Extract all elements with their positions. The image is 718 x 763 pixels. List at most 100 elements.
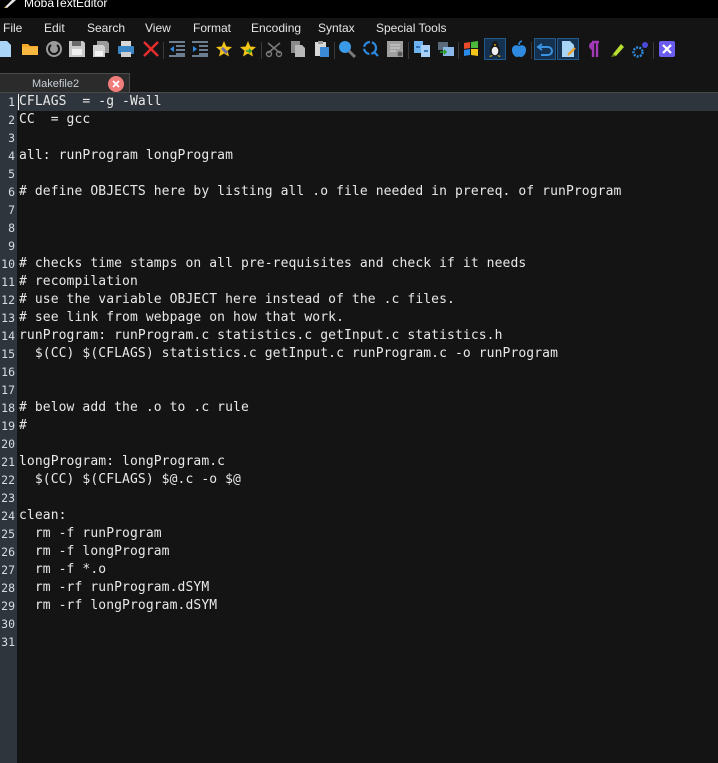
- code-text: $(CC) $(CFLAGS) statistics.c getInput.c …: [19, 346, 559, 361]
- replace-icon: [362, 40, 379, 57]
- close-file-button[interactable]: [140, 38, 162, 60]
- save-all-button[interactable]: [90, 38, 112, 60]
- code-line[interactable]: 3: [0, 129, 718, 147]
- settings-icon: [632, 42, 648, 58]
- code-text: all: runProgram longProgram: [19, 148, 234, 163]
- edit-mode-button[interactable]: [557, 38, 579, 60]
- new-file-button[interactable]: [0, 38, 16, 60]
- menu-bar: File Edit Search View Format Encoding Sy…: [0, 18, 718, 37]
- line-number: 4: [8, 149, 15, 163]
- code-line[interactable]: 9: [0, 237, 718, 255]
- code-text: # recompilation: [19, 274, 138, 289]
- code-line[interactable]: 20: [0, 435, 718, 453]
- code-text: $(CC) $(CFLAGS) $@.c -o $@: [19, 472, 241, 487]
- unindent-button[interactable]: [166, 38, 188, 60]
- word-wrap-button[interactable]: [534, 38, 556, 60]
- line-number: 7: [8, 203, 15, 217]
- paste-button[interactable]: [311, 38, 333, 60]
- menu-file[interactable]: File: [3, 20, 22, 36]
- indent-button[interactable]: [189, 38, 211, 60]
- toolbar-separator: [458, 42, 459, 59]
- current-line[interactable]: 1 CFLAGS = -g -Wall: [0, 93, 718, 111]
- show-all-chars-button[interactable]: [582, 38, 604, 60]
- highlight-button[interactable]: [606, 38, 628, 60]
- code-text: CFLAGS = -g -Wall: [19, 94, 162, 109]
- save-button[interactable]: [66, 38, 88, 60]
- code-line[interactable]: 15 $(CC) $(CFLAGS) statistics.c getInput…: [0, 345, 718, 363]
- code-line[interactable]: 30: [0, 615, 718, 633]
- code-line[interactable]: 18 # below add the .o to .c rule: [0, 399, 718, 417]
- settings-button[interactable]: [630, 38, 652, 60]
- menu-view[interactable]: View: [145, 20, 171, 36]
- menu-encoding[interactable]: Encoding: [251, 20, 301, 36]
- search-button[interactable]: [336, 38, 358, 60]
- linux-eol-button[interactable]: [484, 38, 506, 60]
- menu-syntax[interactable]: Syntax: [318, 20, 355, 36]
- code-text: rm -f *.o: [19, 562, 107, 577]
- code-line[interactable]: 10 # checks time stamps on all pre-requis…: [0, 255, 718, 273]
- line-number: 6: [8, 185, 15, 199]
- menu-search[interactable]: Search: [87, 20, 125, 36]
- code-line[interactable]: 24 clean:: [0, 507, 718, 525]
- print-button[interactable]: [115, 38, 137, 60]
- code-line[interactable]: 14 runProgram: runProgram.c statistics.c …: [0, 327, 718, 345]
- code-line[interactable]: 12 # use the variable OBJECT here instead…: [0, 291, 718, 309]
- text-editor[interactable]: 1 CFLAGS = -g -Wall 2 CC = gcc 3 4 all: runPro…: [0, 93, 718, 763]
- bookmark-add-button[interactable]: [213, 38, 235, 60]
- mac-eol-button[interactable]: [508, 38, 530, 60]
- line-number: 24: [1, 509, 15, 523]
- reload-button[interactable]: [43, 38, 65, 60]
- code-line[interactable]: 27 rm -f *.o: [0, 561, 718, 579]
- code-line[interactable]: 19 #: [0, 417, 718, 435]
- code-line[interactable]: 7: [0, 201, 718, 219]
- open-folder-button[interactable]: [19, 38, 41, 60]
- code-line[interactable]: 5: [0, 165, 718, 183]
- goto-line-button[interactable]: [384, 38, 406, 60]
- line-number: 17: [1, 383, 15, 397]
- unindent-icon: [169, 41, 185, 57]
- exit-button[interactable]: [656, 38, 678, 60]
- tab-close-button[interactable]: [108, 76, 124, 92]
- code-line[interactable]: 28 rm -rf runProgram.dSYM: [0, 579, 718, 597]
- highlight-icon: [611, 44, 624, 57]
- code-line[interactable]: 6 # define OBJECTS here by listing all .o…: [0, 183, 718, 201]
- code-line[interactable]: 13 # see link from webpage on how that wo…: [0, 309, 718, 327]
- menu-edit[interactable]: Edit: [44, 20, 65, 36]
- move-button[interactable]: [435, 38, 457, 60]
- menu-special-tools[interactable]: Special Tools: [376, 20, 447, 36]
- code-line[interactable]: 4 all: runProgram longProgram: [0, 147, 718, 165]
- text-cursor: [18, 94, 19, 110]
- tab-makefile2[interactable]: Makefile2: [0, 73, 130, 93]
- code-line[interactable]: 17: [0, 381, 718, 399]
- compare-button[interactable]: [411, 38, 433, 60]
- code-line[interactable]: 25 rm -f runProgram: [0, 525, 718, 543]
- code-line[interactable]: 21 longProgram: longProgram.c: [0, 453, 718, 471]
- window-title: MobaTextEditor: [24, 0, 108, 10]
- code-line[interactable]: 22 $(CC) $(CFLAGS) $@.c -o $@: [0, 471, 718, 489]
- cut-icon: [265, 42, 283, 58]
- cut-button[interactable]: [263, 38, 285, 60]
- bookmark-next-icon: [240, 41, 256, 57]
- code-line[interactable]: 2 CC = gcc: [0, 111, 718, 129]
- copy-button[interactable]: [287, 38, 309, 60]
- code-line[interactable]: 29 rm -rf longProgram.dSYM: [0, 597, 718, 615]
- replace-button[interactable]: [360, 38, 382, 60]
- bookmark-add-icon: [216, 41, 232, 57]
- code-line[interactable]: 31: [0, 633, 718, 651]
- code-line[interactable]: 26 rm -f longProgram: [0, 543, 718, 561]
- code-line[interactable]: 23: [0, 489, 718, 507]
- code-line[interactable]: 8: [0, 219, 718, 237]
- toolbar-separator: [334, 42, 335, 59]
- toolbar-separator: [653, 42, 654, 59]
- line-number: 2: [8, 113, 15, 127]
- code-text: longProgram: longProgram.c: [19, 454, 226, 469]
- bookmark-next-button[interactable]: [237, 38, 259, 60]
- line-number: 12: [1, 293, 15, 307]
- code-line[interactable]: 11 # recompilation: [0, 273, 718, 291]
- new-file-icon: [0, 41, 11, 57]
- windows-eol-icon: [464, 41, 478, 56]
- code-line[interactable]: 16: [0, 363, 718, 381]
- menu-format[interactable]: Format: [193, 20, 231, 36]
- windows-eol-button[interactable]: [460, 38, 482, 60]
- line-number: 3: [8, 131, 15, 145]
